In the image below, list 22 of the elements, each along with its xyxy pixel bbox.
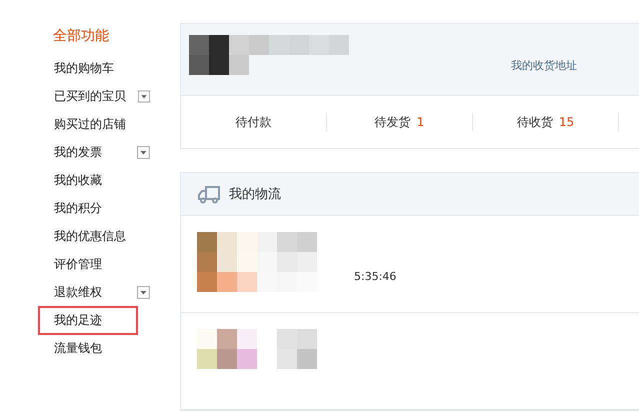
dropdown-icon[interactable] — [137, 146, 150, 158]
order-status-tab[interactable]: 待收货 15 — [473, 113, 619, 131]
order-status-tab[interactable]: 待付款 — [181, 113, 327, 131]
sidebar-item[interactable]: 流量钱包 — [38, 334, 138, 362]
dropdown-icon[interactable] — [137, 286, 150, 298]
order-status-tab[interactable]: 待发货 1 — [327, 113, 473, 131]
address-link[interactable]: 我的收货地址 — [511, 58, 577, 73]
sidebar-item[interactable]: 购买过的店铺 — [38, 110, 138, 138]
time-text: 5:35:46 — [354, 270, 396, 283]
sidebar-item[interactable]: 我的购物车 — [38, 54, 138, 82]
sidebar-item[interactable]: 我的足迹 — [38, 306, 138, 334]
sidebar-item[interactable]: 我的收藏 — [38, 166, 138, 194]
sidebar-item[interactable]: 退款维权 — [38, 278, 138, 306]
sidebar-title: 全部功能 — [53, 27, 110, 46]
sidebar-item[interactable]: 我的优惠信息 — [38, 222, 138, 250]
sidebar-item[interactable]: 我的积分 — [38, 194, 138, 222]
sidebar-item[interactable]: 已买到的宝贝 — [38, 82, 138, 110]
sidebar-item[interactable]: 我的发票 — [38, 138, 138, 166]
truck-icon — [197, 184, 221, 204]
dropdown-icon[interactable] — [138, 90, 150, 102]
sidebar-item[interactable]: 评价管理 — [38, 250, 138, 278]
section-title: 我的物流 — [229, 186, 281, 203]
